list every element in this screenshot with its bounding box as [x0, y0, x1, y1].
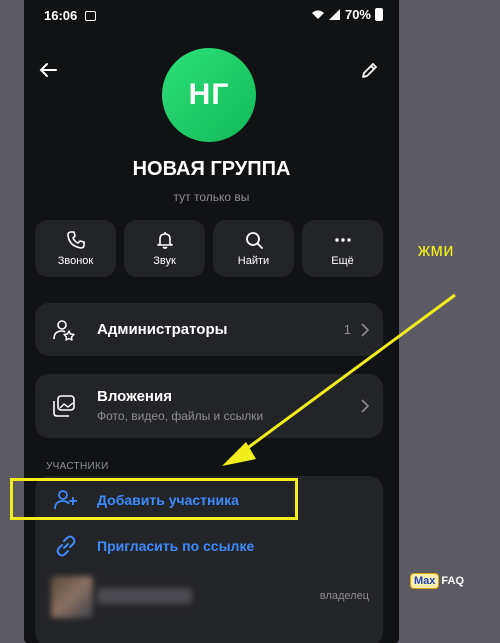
logo-faq: FAQ	[441, 575, 465, 587]
pointer-arrow	[222, 293, 456, 466]
maxfaq-logo: Max FAQ	[410, 573, 464, 589]
logo-bubble: Max	[410, 573, 440, 589]
annotation-text: жми	[418, 240, 454, 260]
